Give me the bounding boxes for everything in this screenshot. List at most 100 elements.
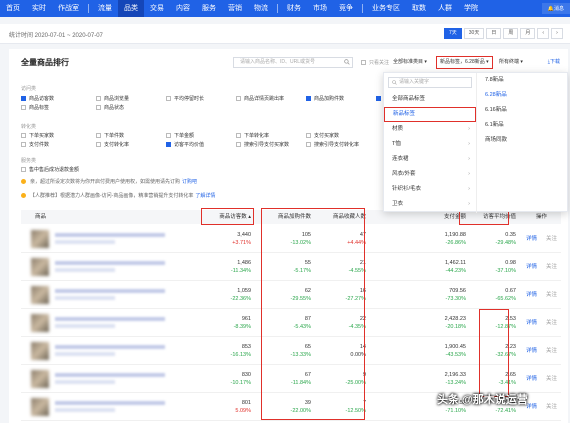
nav-item[interactable]: 营销 — [222, 0, 248, 17]
product-thumbnail[interactable] — [31, 342, 49, 360]
dropdown-tag-item[interactable]: 材质 › — [384, 122, 476, 137]
table-header-cell[interactable]: 商品加购件数 — [261, 210, 311, 224]
follow-link[interactable]: 关注 — [546, 318, 557, 326]
follow-only-checkbox[interactable]: 只看关注 — [361, 59, 389, 66]
follow-link[interactable]: 关注 — [546, 346, 557, 354]
detail-link[interactable]: 详情 — [526, 318, 537, 326]
checkbox-box[interactable] — [166, 96, 171, 101]
table-header-cell[interactable]: 商品收藏人数 — [316, 210, 366, 224]
terminal-select[interactable]: 所有终端 ▾ — [499, 57, 523, 68]
period-button[interactable]: 周 — [503, 28, 519, 39]
detail-link[interactable]: 详情 — [526, 262, 537, 270]
nav-item[interactable]: 业务专区 — [366, 0, 406, 17]
tag-select[interactable]: 新品标签，6.28新品 ▾ — [436, 56, 493, 69]
dropdown-tag-item[interactable]: 连衣裙 › — [384, 152, 476, 167]
metric-checkbox[interactable]: 访客平均价值 — [166, 141, 204, 148]
nav-item[interactable]: 市场 — [307, 0, 333, 17]
metric-checkbox[interactable]: 商品标签 — [21, 104, 49, 111]
metric-checkbox[interactable]: 商品浏览量 — [96, 95, 129, 102]
detail-link[interactable]: 详情 — [526, 346, 537, 354]
dropdown-version-item[interactable]: 商场同款 — [477, 133, 568, 148]
checkbox-box[interactable] — [21, 133, 26, 138]
dropdown-tag-item[interactable]: 全部商品标签 — [384, 92, 476, 107]
nav-item[interactable]: 作战室 — [52, 0, 85, 17]
checkbox-box[interactable] — [306, 96, 311, 101]
product-title-blurred[interactable] — [55, 373, 165, 377]
search-icon[interactable] — [344, 59, 350, 65]
metric-checkbox[interactable]: 商品详情页跳出率 — [236, 95, 284, 102]
user-menu[interactable]: 🔔 消息 — [541, 3, 570, 14]
metric-checkbox[interactable]: 商品加购件数 — [306, 95, 344, 102]
checkbox-box[interactable] — [236, 133, 241, 138]
checkbox-box[interactable] — [21, 167, 26, 172]
detail-link[interactable]: 详情 — [526, 234, 537, 242]
dropdown-version-item[interactable]: 6.16新品 — [477, 103, 568, 118]
product-thumbnail[interactable] — [31, 258, 49, 276]
product-thumbnail[interactable] — [31, 398, 49, 416]
nav-item[interactable]: 内容 — [170, 0, 196, 17]
prev-arrow-icon[interactable]: ‹ — [537, 28, 550, 39]
nav-item[interactable]: 流量 — [92, 0, 118, 17]
checkbox-box[interactable] — [376, 96, 381, 101]
nav-item[interactable]: 交易 — [144, 0, 170, 17]
checkbox-box[interactable] — [166, 133, 171, 138]
follow-link[interactable]: 关注 — [546, 402, 557, 410]
checkbox-box[interactable] — [21, 142, 26, 147]
follow-link[interactable]: 关注 — [546, 262, 557, 270]
dropdown-tag-item[interactable]: 风衣/外套 › — [384, 167, 476, 182]
dropdown-search-input[interactable]: 请输入关键字 — [388, 77, 472, 88]
checkbox-box[interactable] — [236, 142, 241, 147]
category-select[interactable]: 全部标准类目 ▾ — [393, 57, 427, 68]
nav-item[interactable]: 财务 — [281, 0, 307, 17]
metric-checkbox[interactable]: 平均停留时长 — [166, 95, 204, 102]
dropdown-tag-item[interactable]: 卫衣 › — [384, 197, 476, 212]
dropdown-tag-item[interactable]: 新品标签 — [384, 107, 476, 122]
product-thumbnail[interactable] — [31, 286, 49, 304]
checkbox-box[interactable] — [306, 142, 311, 147]
next-arrow-icon[interactable]: › — [551, 28, 563, 39]
nav-item[interactable]: 首页 — [0, 0, 26, 17]
checkbox-box[interactable] — [166, 142, 171, 147]
metric-checkbox[interactable]: 搜索引导支付转化率 — [306, 141, 359, 148]
nav-item[interactable]: 取数 — [406, 0, 432, 17]
period-button[interactable]: 30天 — [463, 28, 485, 39]
period-button[interactable]: 月 — [520, 28, 536, 39]
search-input[interactable]: 请输入商品名称、ID、URL或货号 — [233, 57, 353, 68]
metric-checkbox[interactable]: 搜索引导支付买家数 — [236, 141, 289, 148]
checkbox-box[interactable] — [96, 142, 101, 147]
period-button[interactable]: 7天 — [444, 28, 462, 39]
nav-item[interactable]: 物流 — [248, 0, 274, 17]
product-title-blurred[interactable] — [55, 345, 165, 349]
metric-checkbox[interactable]: 商品状态 — [96, 104, 124, 111]
detail-link[interactable]: 详情 — [526, 290, 537, 298]
product-title-blurred[interactable] — [55, 401, 165, 405]
follow-link[interactable]: 关注 — [546, 374, 557, 382]
metric-checkbox[interactable]: 支付转化率 — [96, 141, 129, 148]
detail-link[interactable]: 详情 — [526, 374, 537, 382]
subscribe-link[interactable]: 订购吧 — [182, 178, 197, 185]
follow-link[interactable]: 关注 — [546, 234, 557, 242]
metric-checkbox[interactable]: 支付件数 — [21, 141, 49, 148]
checkbox-box[interactable] — [96, 96, 101, 101]
download-button[interactable]: ⤓下载 — [548, 57, 560, 68]
checkbox-box[interactable] — [96, 133, 101, 138]
dropdown-version-item[interactable]: 6.28新品 — [477, 88, 568, 103]
nav-item[interactable]: 实时 — [26, 0, 52, 17]
product-title-blurred[interactable] — [55, 289, 165, 293]
nav-item[interactable]: 人群 — [432, 0, 458, 17]
metric-checkbox[interactable]: 下单转化率 — [236, 132, 269, 139]
nav-item[interactable]: 服务 — [196, 0, 222, 17]
dropdown-tag-item[interactable]: T恤 › — [384, 137, 476, 152]
product-thumbnail[interactable] — [31, 370, 49, 388]
checkbox-box[interactable] — [306, 133, 311, 138]
checkbox-box[interactable] — [96, 105, 101, 110]
checkbox-box[interactable] — [21, 105, 26, 110]
product-thumbnail[interactable] — [31, 230, 49, 248]
dropdown-version-item[interactable]: 6.1新品 — [477, 118, 568, 133]
checkbox-box[interactable] — [236, 96, 241, 101]
metric-checkbox[interactable]: 商品访客数 — [21, 95, 54, 102]
learn-more-link[interactable]: 了解详情 — [195, 192, 215, 199]
product-title-blurred[interactable] — [55, 317, 165, 321]
metric-checkbox[interactable]: 支付买家数 — [306, 132, 339, 139]
metric-checkbox[interactable]: 售中售后成功退款金额 — [21, 166, 79, 173]
